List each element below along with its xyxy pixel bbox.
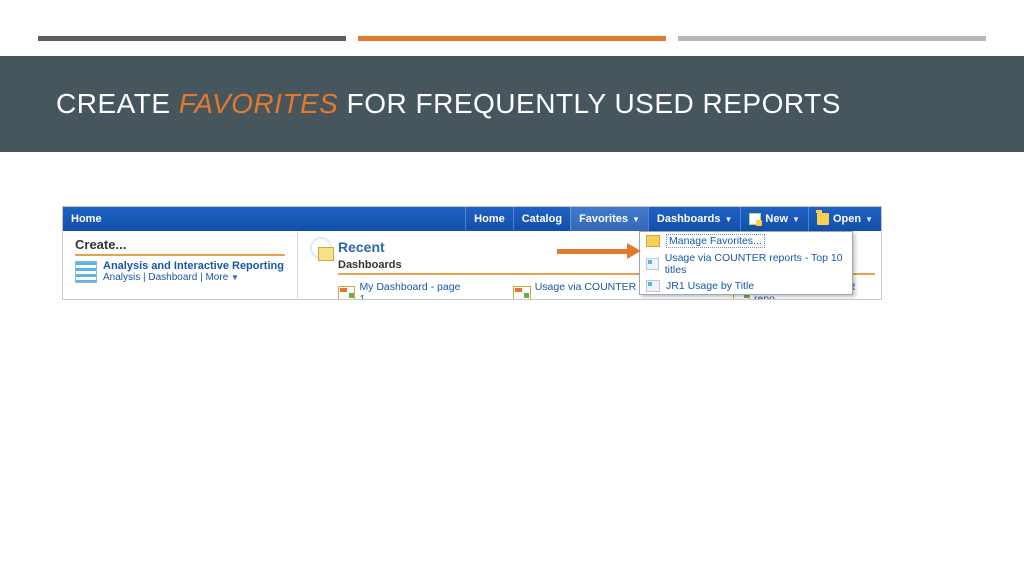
chevron-down-icon: ▼ — [632, 215, 640, 224]
favorites-dropdown: Manage Favorites... Usage via COUNTER re… — [639, 231, 853, 295]
chevron-down-icon: ▼ — [724, 215, 732, 224]
app-screenshot: Home Home Catalog Favorites▼ Dashboards▼… — [62, 206, 882, 300]
nav-open[interactable]: Open▼ — [808, 207, 881, 231]
chevron-down-icon: ▼ — [792, 215, 800, 224]
favorite-item[interactable]: JR1 Usage by Title — [640, 278, 852, 294]
folder-open-icon — [817, 213, 829, 225]
chevron-down-icon: ▼ — [865, 215, 873, 224]
recent-heading: Recent — [338, 239, 385, 257]
create-item-sub: Analysis | Dashboard | More ▼ — [103, 272, 284, 283]
app-title: Home — [63, 213, 465, 225]
create-item-title: Analysis and Interactive Reporting — [103, 260, 284, 272]
report-icon — [646, 280, 660, 292]
new-doc-icon — [749, 213, 761, 225]
recent-item[interactable]: My Dashboard - page 1 — [338, 281, 465, 300]
nav-catalog[interactable]: Catalog — [513, 207, 570, 231]
dashboard-icon — [338, 286, 355, 300]
slide-title: CREATE FAVORITES FOR FREQUENTLY USED REP… — [56, 88, 841, 120]
manage-favorites-item[interactable]: Manage Favorites... — [640, 232, 852, 250]
stripe — [678, 36, 986, 41]
nav-home[interactable]: Home — [465, 207, 513, 231]
nav-new[interactable]: New▼ — [740, 207, 808, 231]
title-pre: CREATE — [56, 88, 179, 119]
stripe — [38, 36, 346, 41]
decorative-stripes — [38, 36, 986, 42]
create-heading: Create... — [75, 237, 285, 256]
favorite-item[interactable]: Usage via COUNTER reports - Top 10 title… — [640, 250, 852, 278]
create-item[interactable]: Analysis and Interactive Reporting Analy… — [75, 256, 285, 283]
analysis-icon — [75, 261, 97, 283]
nav-favorites[interactable]: Favorites▼ — [570, 207, 648, 231]
report-icon — [646, 258, 659, 270]
title-accent: FAVORITES — [179, 88, 339, 119]
create-pane: Create... Analysis and Interactive Repor… — [63, 231, 291, 300]
dashboard-icon — [513, 286, 530, 300]
folder-manage-icon — [646, 235, 660, 247]
stripe — [358, 36, 666, 41]
recent-icon — [310, 237, 332, 259]
title-post: FOR FREQUENTLY USED REPORTS — [338, 88, 841, 119]
nav-dashboards[interactable]: Dashboards▼ — [648, 207, 741, 231]
slide-title-band: CREATE FAVORITES FOR FREQUENTLY USED REP… — [0, 56, 1024, 152]
chevron-down-icon: ▼ — [231, 273, 239, 282]
app-top-bar: Home Home Catalog Favorites▼ Dashboards▼… — [63, 207, 881, 231]
